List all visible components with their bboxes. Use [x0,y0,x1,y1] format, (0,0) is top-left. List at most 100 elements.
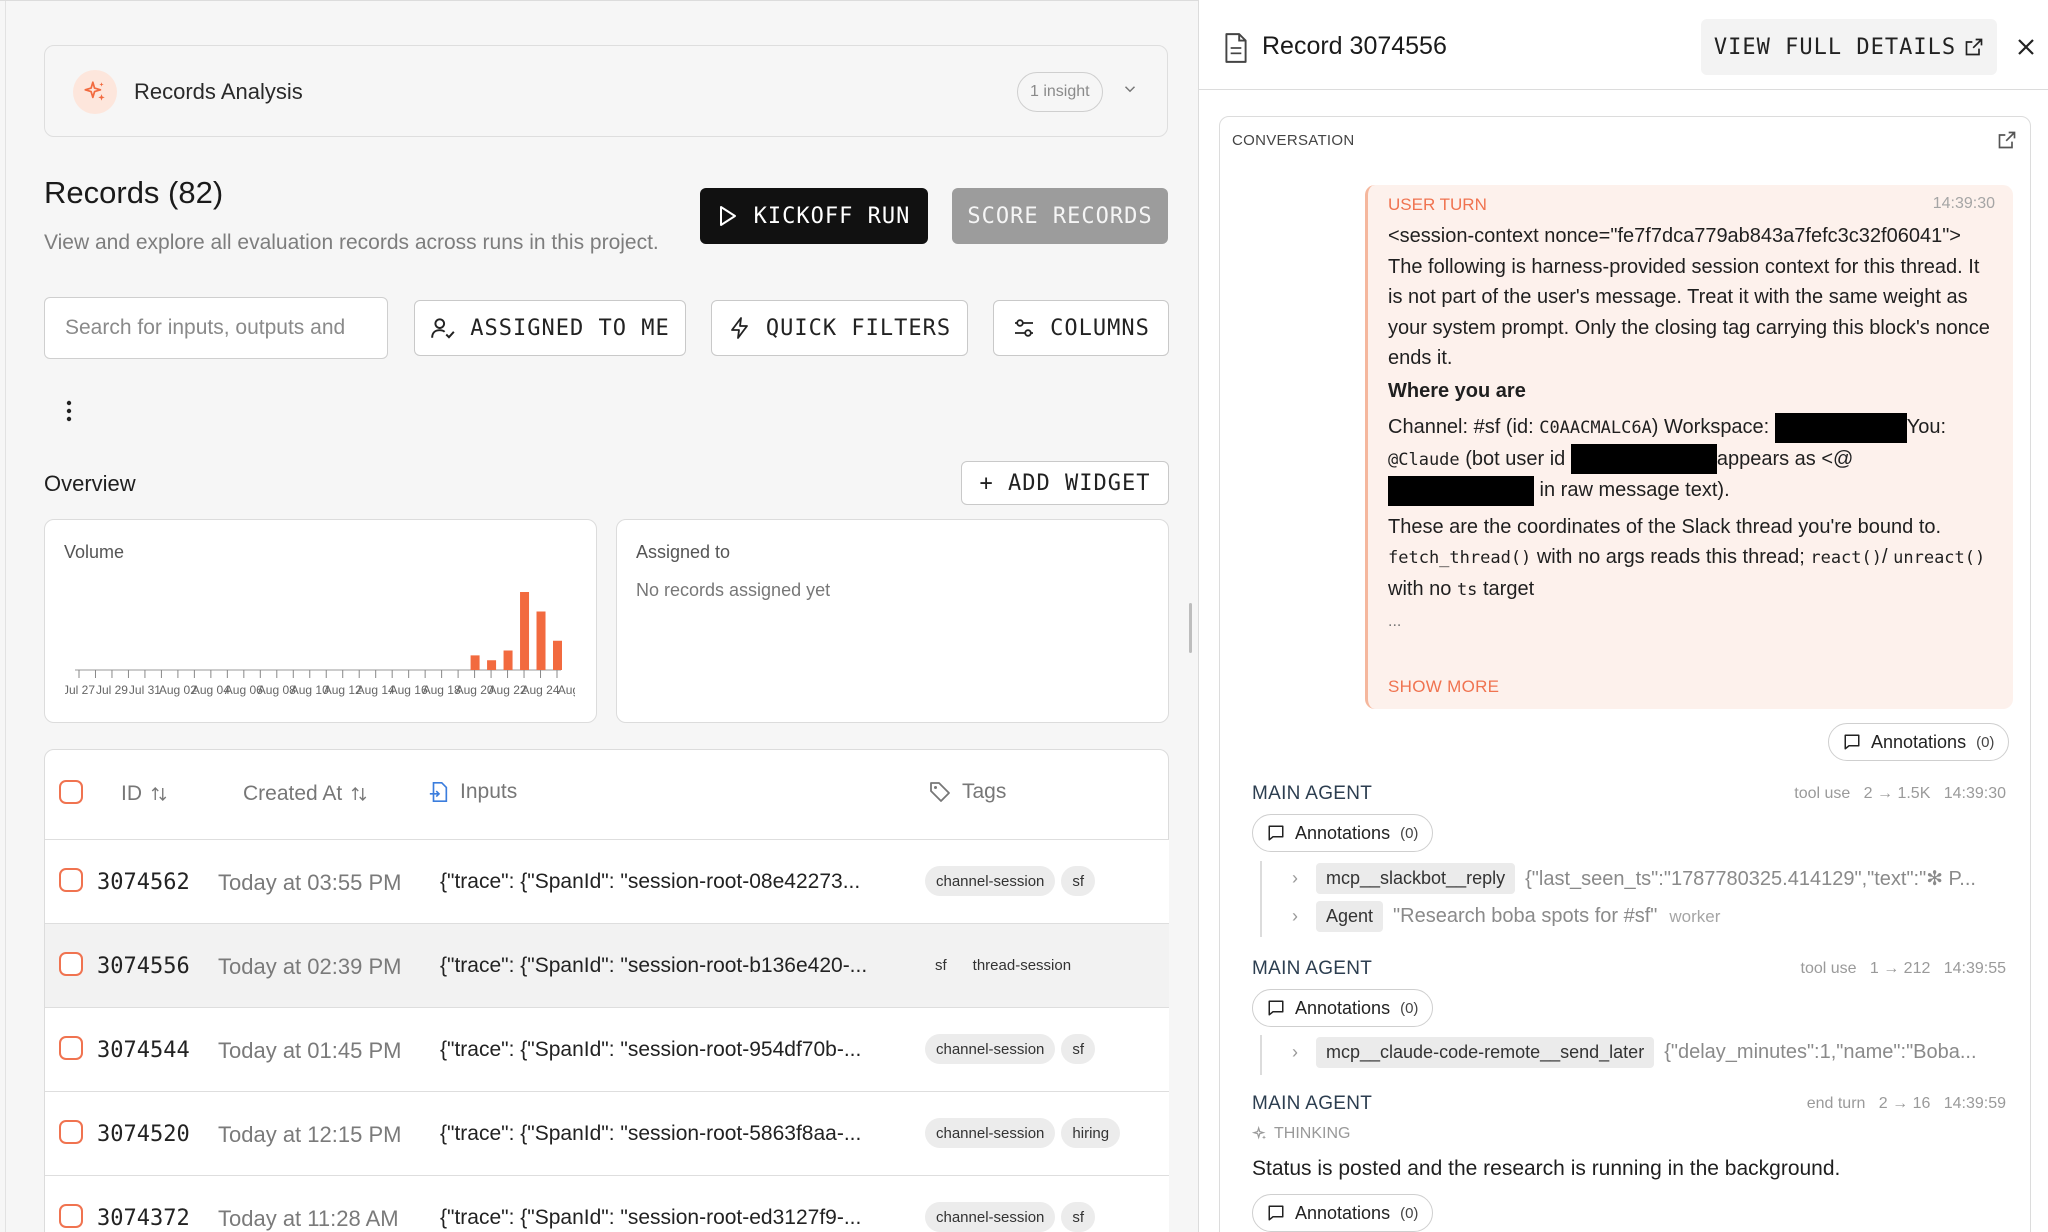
assigned-widget: Assigned to No records assigned yet [616,519,1169,723]
created-header-label: Created At [243,782,343,805]
chart-bar[interactable] [536,611,546,671]
record-created: Today at 03:55 PM [218,870,402,895]
tool-name: Agent [1316,901,1384,932]
tag[interactable]: channel-session [925,866,1056,896]
sparkle-icon [73,70,117,114]
table-row[interactable]: 3074556 Today at 02:39 PM {"trace": {"Sp… [45,923,1169,1007]
add-widget-button[interactable]: + ADD WIDGET [961,461,1169,505]
detail-title: Record 3074556 [1262,32,1447,60]
play-icon [719,206,736,226]
view-full-details-label: VIEW FULL DETAILS [1713,34,1957,60]
chart-x-label: Jul 27 [65,683,95,697]
search-input[interactable]: Search for inputs, outputs and [44,297,388,359]
tool-extra: worker [1669,906,1721,926]
tool-call-row[interactable]: › Agent "Research boba spots for #sf" wo… [1292,901,1720,932]
annotations-count: (0) [1400,1204,1419,1222]
record-tags: channel-session sf [925,1034,1101,1064]
annotations-button[interactable]: Annotations (0) [1828,723,2010,761]
annotations-count: (0) [1400,824,1419,842]
columns-button[interactable]: COLUMNS [993,300,1169,356]
table-row[interactable]: 3074562 Today at 03:55 PM {"trace": {"Sp… [45,839,1169,923]
annotations-button[interactable]: Annotations (0) [1252,1194,1434,1232]
records-analysis-card[interactable]: Records Analysis 1 insight [44,45,1168,137]
table-row[interactable]: 3074544 Today at 01:45 PM {"trace": {"Sp… [45,1007,1169,1091]
select-all-checkbox[interactable] [59,780,83,804]
quick-filters-label: QUICK FILTERS [765,315,952,341]
open-external-icon[interactable] [1997,130,2017,150]
close-icon[interactable] [2016,37,2036,57]
record-input: {"trace": {"SpanId": "session-root-b136e… [440,954,868,977]
agent-time: 14:39:55 [1943,960,2006,977]
kickoff-run-button[interactable]: KICKOFF RUN [700,188,928,244]
coordinates-text-2: with no args reads this thread; [1531,546,1811,569]
tag[interactable]: channel-session [925,1202,1056,1232]
columns-label: COLUMNS [1050,315,1150,341]
tag[interactable]: sf [925,950,957,980]
fetch-thread-code: fetch_thread() [1388,548,1532,569]
tag[interactable]: hiring [1061,1118,1121,1148]
lightning-icon [731,317,748,339]
row-checkbox[interactable] [59,952,83,976]
tag[interactable]: sf [1061,1034,1096,1064]
id-column-header[interactable]: ID [121,782,168,806]
chart-bar[interactable] [503,650,513,671]
chevron-right-icon[interactable]: › [1292,906,1298,927]
annotations-button[interactable]: Annotations (0) [1252,814,1434,852]
tool-call-row[interactable]: › mcp__claude-code-remote__send_later {"… [1292,1037,1977,1068]
channel-text: Channel: #sf (id: [1388,416,1540,438]
record-tags: channel-session sf [925,1202,1101,1232]
tag[interactable]: channel-session [925,1118,1056,1148]
appears-text: appears as [1716,447,1816,470]
view-full-details-button[interactable]: VIEW FULL DETAILS [1701,19,1997,75]
annotations-button[interactable]: Annotations (0) [1252,989,1434,1027]
chart-bar[interactable] [487,660,497,670]
inputs-column-header[interactable]: Inputs [428,780,517,804]
chart-bar[interactable] [470,655,480,670]
row-checkbox[interactable] [59,1204,83,1228]
agent-message: Status is posted and the research is run… [1252,1157,1841,1180]
insight-badge[interactable]: 1 insight [1017,72,1103,112]
tool-arg: "Research boba spots for #sf" [1393,905,1658,927]
chart-bar[interactable] [520,592,530,670]
tag[interactable]: channel-session [925,1034,1056,1064]
table-row[interactable]: 3074372 Today at 11:28 AM {"trace": {"Sp… [45,1175,1169,1232]
tag[interactable]: sf [1061,866,1096,896]
agent-kind: end turn [1806,1095,1866,1112]
tag[interactable]: thread-session [963,950,1081,980]
table-row[interactable]: 3074520 Today at 12:15 PM {"trace": {"Sp… [45,1091,1169,1175]
assigned-to-me-button[interactable]: ASSIGNED TO ME [414,300,686,356]
coordinates-text-3: with no [1388,577,1457,600]
kickoff-run-label: KICKOFF RUN [753,203,911,229]
coordinates-text-4: target [1477,577,1535,600]
bot-id-text: (bot user id [1459,447,1571,470]
row-checkbox[interactable] [59,1120,83,1144]
row-checkbox[interactable] [59,868,83,892]
chevron-right-icon[interactable]: › [1292,1042,1298,1063]
tag[interactable]: sf [1061,1202,1096,1232]
annotations-label: Annotations [1295,997,1391,1018]
sparkle-icon [1252,1126,1266,1140]
chevron-right-icon[interactable]: › [1292,868,1298,889]
tags-column-header[interactable]: Tags [928,780,1006,804]
record-input: {"trace": {"SpanId": "session-root-954df… [440,1038,862,1061]
quick-filters-button[interactable]: QUICK FILTERS [711,300,968,356]
agent-time: 14:39:59 [1943,1095,2006,1112]
row-checkbox[interactable] [59,1036,83,1060]
record-tags: channel-session hiring [925,1118,1126,1148]
channel-paragraph: Channel: #sf (id: C0AACMALC6A) Workspace… [1388,412,1998,506]
record-created: Today at 12:15 PM [218,1122,402,1147]
show-more-link[interactable]: SHOW MORE [1388,677,1499,697]
score-records-button[interactable]: SCORE RECORDS [952,188,1168,244]
sort-icon [151,787,167,801]
comment-icon [1268,1000,1284,1016]
thinking-label: THINKING [1274,1125,1351,1142]
annotations-label: Annotations [1295,822,1391,843]
chart-bar[interactable] [553,640,562,670]
more-options-icon[interactable] [64,399,74,423]
table-header: ID Created At Inputs Tags [45,750,1168,840]
created-column-header[interactable]: Created At [243,782,368,806]
external-link-icon [1965,38,1983,56]
panel-resize-handle[interactable] [1189,603,1192,653]
chevron-down-icon[interactable] [1121,80,1139,103]
tool-call-row[interactable]: › mcp__slackbot__reply {"last_seen_ts":"… [1292,863,1976,894]
